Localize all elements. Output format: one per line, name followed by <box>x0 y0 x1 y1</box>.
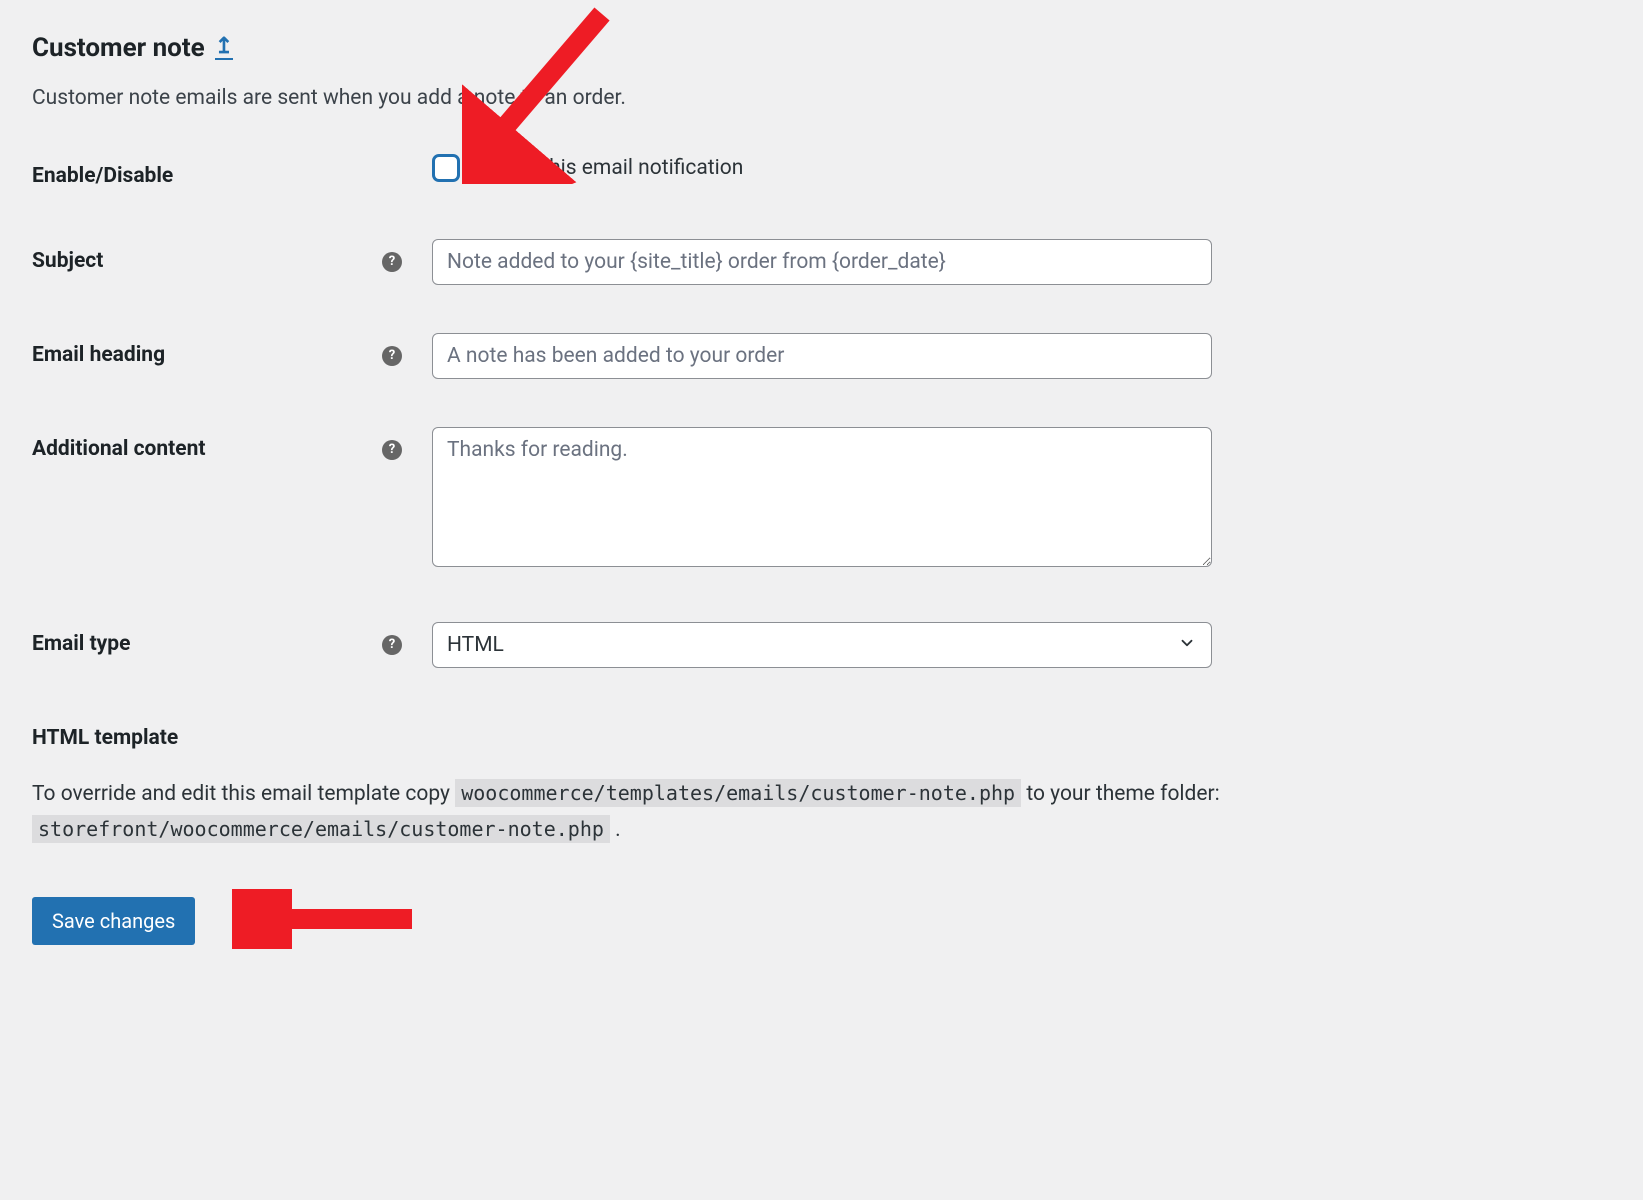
template-text-middle: to your theme folder: <box>1026 782 1219 806</box>
row-additional: Additional content ? <box>32 427 1611 574</box>
enable-checkbox-label: Enable this email notification <box>474 154 743 183</box>
label-heading: Email heading <box>32 341 372 370</box>
row-subject: Subject ? <box>32 239 1611 285</box>
label-emailtype: Email type <box>32 630 372 659</box>
page-title-text: Customer note <box>32 30 205 66</box>
help-icon[interactable]: ? <box>382 252 402 272</box>
email-type-select[interactable]: HTML <box>432 622 1212 668</box>
template-text-before: To override and edit this email template… <box>32 782 455 806</box>
additional-content-input[interactable] <box>432 427 1212 567</box>
page-title: Customer note ↥ <box>32 30 233 66</box>
help-icon[interactable]: ? <box>382 440 402 460</box>
heading-input[interactable] <box>432 333 1212 379</box>
template-source-path: woocommerce/templates/emails/customer-no… <box>455 779 1021 807</box>
enable-checkbox[interactable] <box>432 154 460 182</box>
save-button[interactable]: Save changes <box>32 897 195 945</box>
row-emailtype: Email type ? HTML <box>32 622 1611 668</box>
template-dest-path: storefront/woocommerce/emails/customer-n… <box>32 815 610 843</box>
page-description: Customer note emails are sent when you a… <box>32 84 1611 113</box>
row-heading: Email heading ? <box>32 333 1611 379</box>
label-subject: Subject <box>32 247 372 276</box>
label-additional: Additional content <box>32 435 372 464</box>
back-link[interactable]: ↥ <box>215 36 233 60</box>
help-icon[interactable]: ? <box>382 635 402 655</box>
template-text-after: . <box>615 818 621 842</box>
html-template-heading: HTML template <box>32 724 1611 753</box>
template-description: To override and edit this email template… <box>32 776 1611 849</box>
back-icon: ↥ <box>215 36 233 58</box>
subject-input[interactable] <box>432 239 1212 285</box>
help-icon[interactable]: ? <box>382 346 402 366</box>
row-enable: Enable/Disable Enable this email notific… <box>32 154 1611 191</box>
label-enable: Enable/Disable <box>32 162 432 191</box>
annotation-arrow-save <box>232 889 422 949</box>
